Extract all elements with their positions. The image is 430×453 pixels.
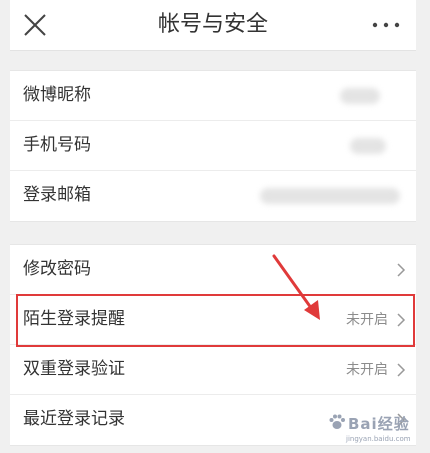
row-label: 微博昵称	[23, 85, 91, 105]
row-phone[interactable]: 手机号码	[10, 121, 416, 171]
security-group: 修改密码 陌生登录提醒 未开启 双重登录验证 未开启 最近登录记录	[10, 244, 416, 446]
page-title: 帐号与安全	[157, 12, 268, 37]
row-nickname[interactable]: 微博昵称	[10, 71, 416, 121]
blurred-value	[260, 188, 400, 204]
chevron-right-icon	[397, 363, 406, 377]
chevron-right-icon	[397, 413, 406, 427]
profile-group: 微博昵称 手机号码 登录邮箱	[10, 70, 416, 222]
status-value: 未开启	[346, 362, 388, 378]
blurred-value	[340, 88, 380, 104]
row-label: 手机号码	[23, 135, 91, 155]
chevron-right-icon	[397, 313, 406, 327]
row-label: 陌生登录提醒	[23, 309, 125, 329]
row-label: 最近登录记录	[23, 409, 125, 429]
row-label: 双重登录验证	[23, 359, 125, 379]
row-label: 登录邮箱	[23, 185, 91, 205]
status-value: 未开启	[346, 312, 388, 328]
row-recent-logins[interactable]: 最近登录记录	[10, 395, 416, 445]
row-change-password[interactable]: 修改密码	[10, 245, 416, 295]
more-icon[interactable]	[370, 14, 402, 36]
row-email[interactable]: 登录邮箱	[10, 171, 416, 221]
nav-bar: 帐号与安全	[10, 0, 416, 51]
blurred-value	[350, 138, 386, 154]
row-label: 修改密码	[23, 259, 91, 279]
chevron-right-icon	[397, 263, 406, 277]
row-stranger-login-alert[interactable]: 陌生登录提醒 未开启	[10, 295, 416, 345]
row-two-step-verification[interactable]: 双重登录验证 未开启	[10, 345, 416, 395]
